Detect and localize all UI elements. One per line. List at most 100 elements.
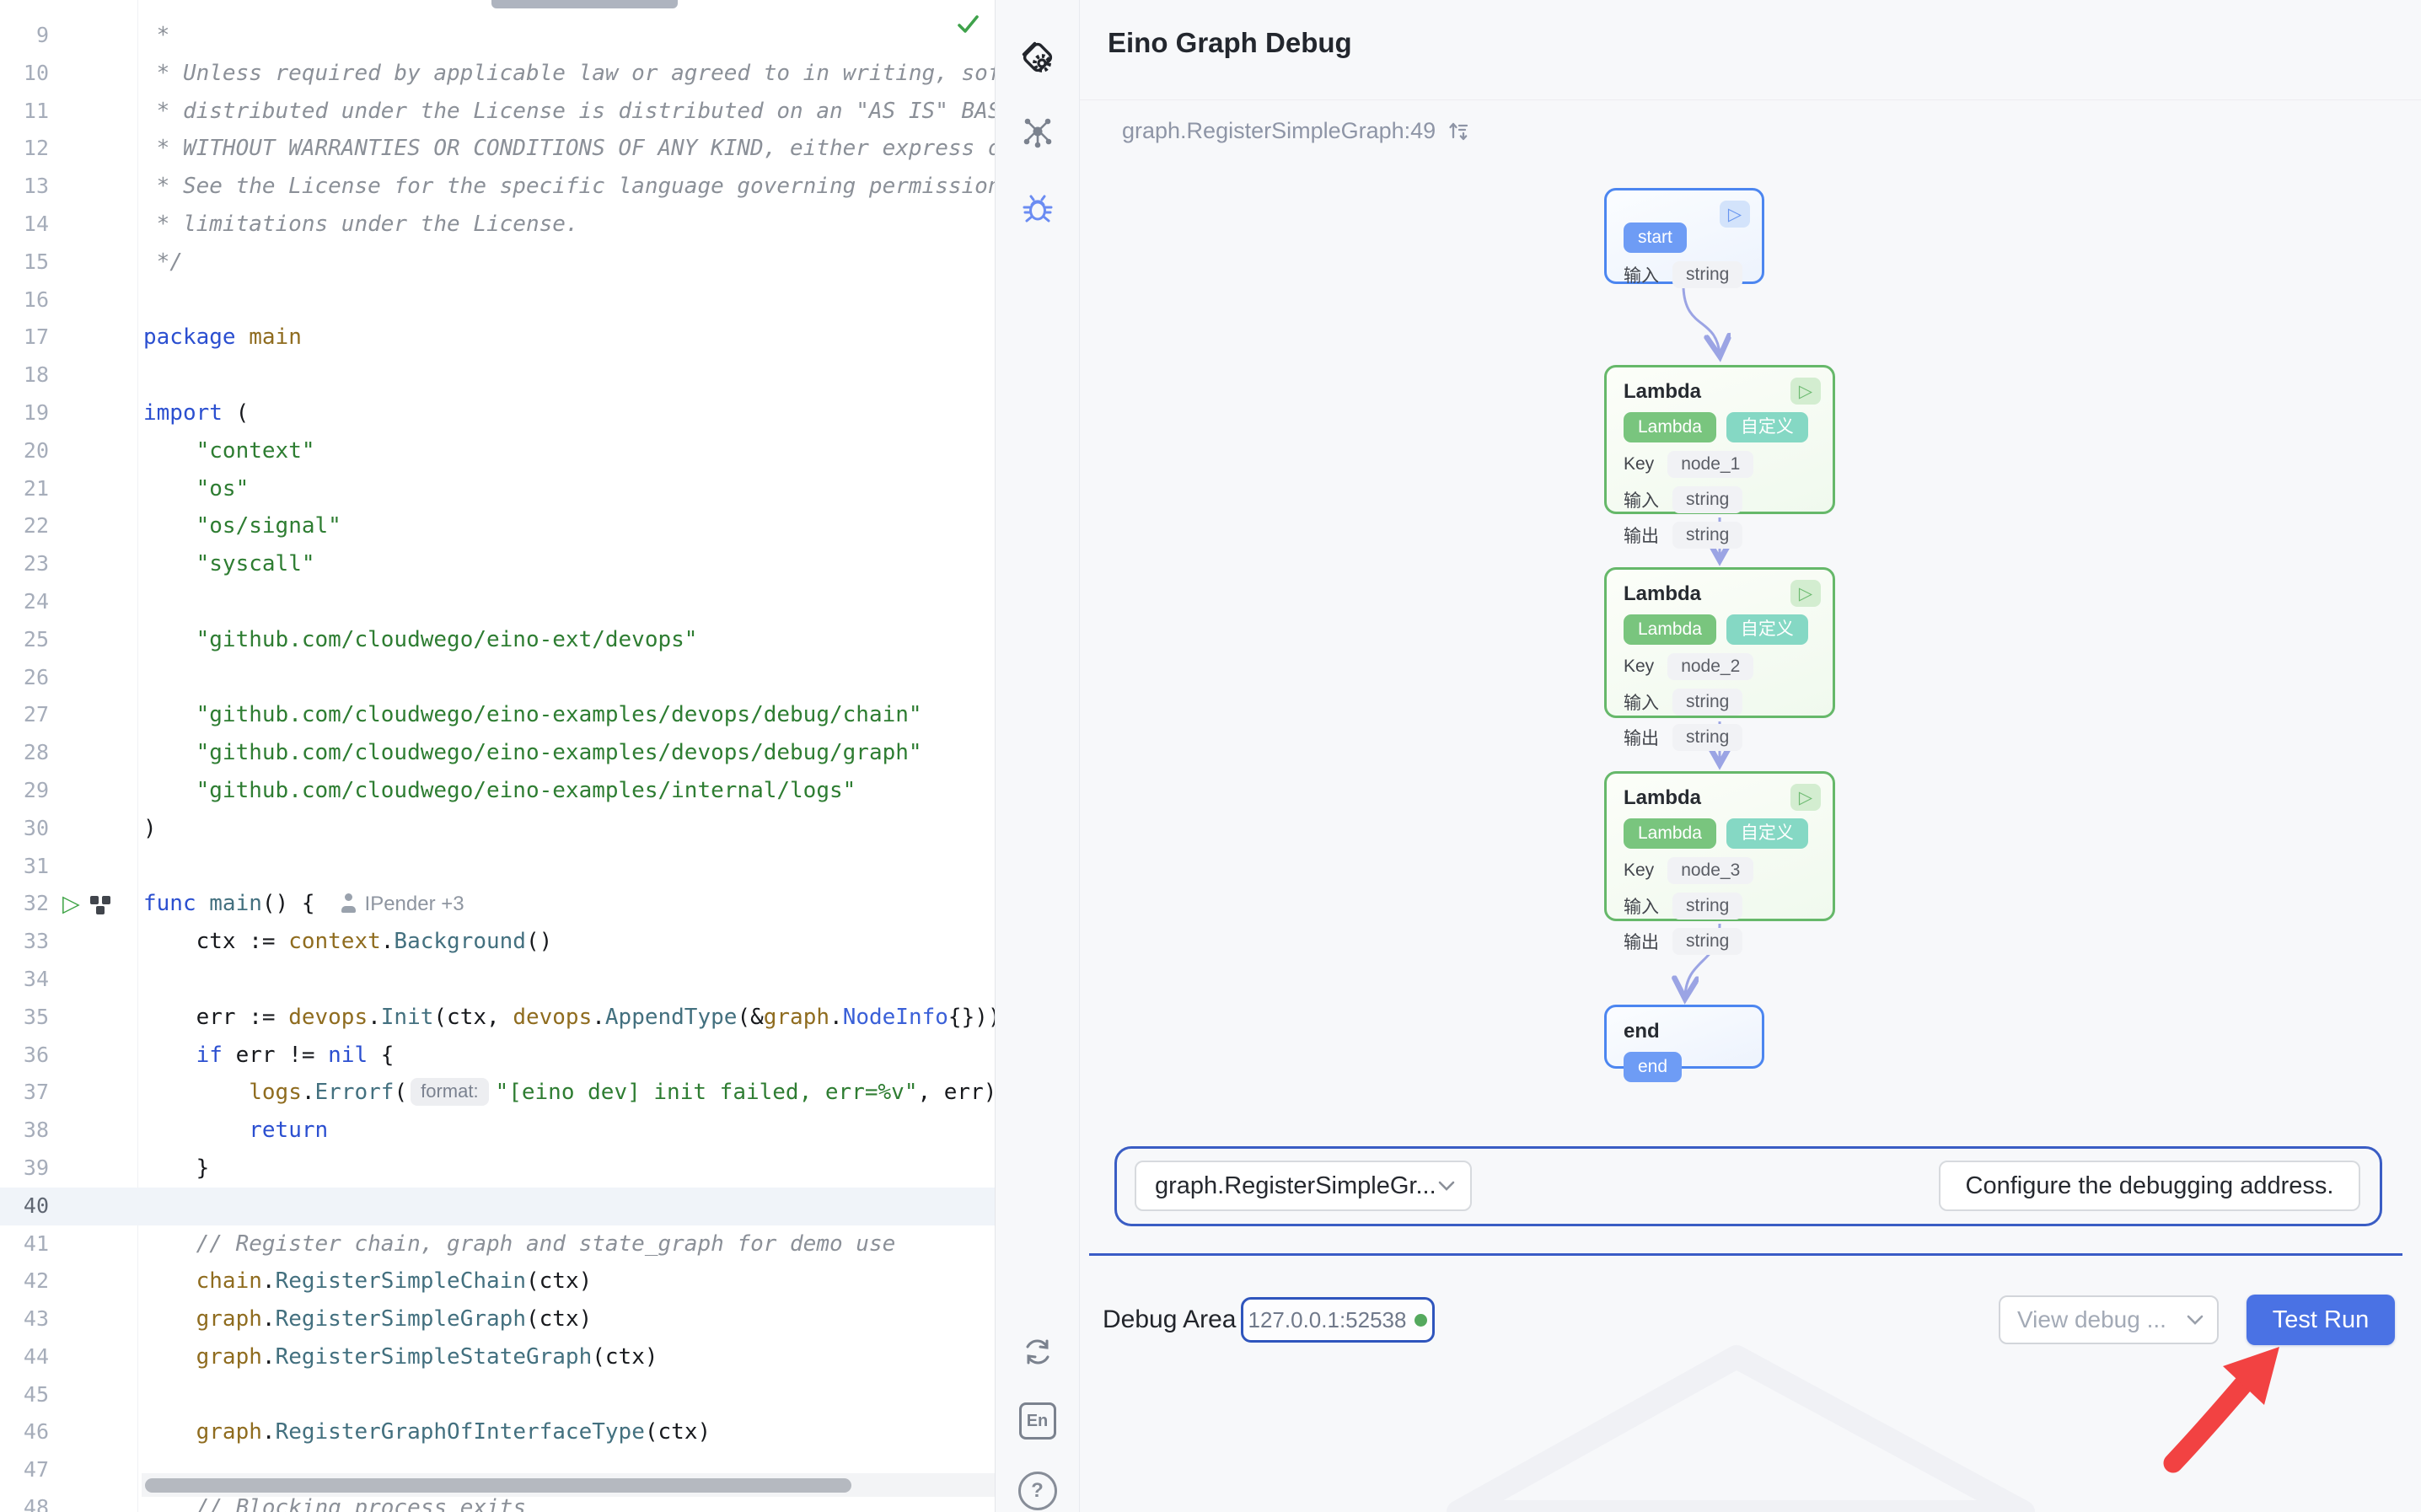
code-line[interactable]: 39 }	[0, 1150, 995, 1188]
node-badge: end	[1624, 1052, 1682, 1082]
code-line[interactable]: 25 "github.com/cloudwego/eino-ext/devops…	[0, 621, 995, 659]
line-number: 46	[0, 1413, 49, 1451]
node-badge: Lambda	[1624, 818, 1716, 849]
code-line[interactable]: 37 logs.Errorf(format:"[eino dev] init f…	[0, 1074, 995, 1112]
code-lines: 9 *10 * Unless required by applicable la…	[0, 17, 995, 1512]
code-line[interactable]: 40	[0, 1188, 995, 1225]
graph-node-end[interactable]: endend	[1604, 1005, 1764, 1069]
sort-order-icon[interactable]	[1447, 120, 1470, 142]
code-vision-authors[interactable]: IPender +3	[341, 893, 464, 915]
code-text: * Unless required by applicable law or a…	[143, 55, 995, 93]
language-icon[interactable]: En	[996, 1402, 1079, 1440]
view-debug-dropdown[interactable]: View debug ...	[1999, 1295, 2219, 1344]
code-line[interactable]: 43 graph.RegisterSimpleGraph(ctx)	[0, 1300, 995, 1338]
graph-location-text: graph.RegisterSimpleGraph:49	[1122, 118, 1436, 144]
code-line[interactable]: 27 "github.com/cloudwego/eino-examples/d…	[0, 696, 995, 734]
node-field-label: 输入	[1624, 262, 1659, 287]
code-line[interactable]: 11 * distributed under the License is di…	[0, 93, 995, 131]
code-editor[interactable]: * http://www.apache.org/licenses/LICENSE…	[0, 0, 995, 1512]
inlay-hint: format:	[411, 1078, 488, 1106]
debug-area-label: Debug Area	[1103, 1306, 1236, 1334]
code-line[interactable]: 44 graph.RegisterSimpleStateGraph(ctx)	[0, 1338, 995, 1376]
graph-selector-dropdown[interactable]: graph.RegisterSimpleGr...	[1135, 1161, 1472, 1211]
debugger-bug-icon[interactable]	[996, 192, 1079, 226]
line-number: 10	[0, 55, 49, 93]
code-line[interactable]: 41 // Register chain, graph and state_gr…	[0, 1225, 995, 1263]
code-text: "github.com/cloudwego/eino-examples/devo…	[143, 696, 922, 734]
code-line[interactable]: 34	[0, 961, 995, 999]
code-line[interactable]: 30)	[0, 810, 995, 848]
section-divider	[1089, 1253, 2402, 1256]
code-line[interactable]: 36 if err != nil {	[0, 1037, 995, 1075]
code-text: func main() {IPender +3	[143, 885, 464, 924]
graph-node-node_3[interactable]: Lambda▷Lambda自定义Keynode_3输入string输出strin…	[1604, 771, 1835, 921]
code-line[interactable]: 15 */	[0, 244, 995, 281]
line-number: 12	[0, 130, 49, 168]
line-number: 16	[0, 281, 49, 319]
code-line[interactable]: 22 "os/signal"	[0, 507, 995, 545]
help-icon[interactable]: ?	[996, 1472, 1079, 1510]
code-text: return	[143, 1112, 328, 1150]
node-play-button[interactable]: ▷	[1790, 784, 1821, 811]
code-text: graph.RegisterGraphOfInterfaceType(ctx)	[143, 1413, 711, 1451]
debug-address-badge[interactable]: 127.0.0.1:52538	[1241, 1297, 1435, 1343]
line-number: 40	[0, 1188, 49, 1225]
profiler-icon[interactable]	[90, 894, 117, 914]
node-play-button[interactable]: ▷	[1790, 378, 1821, 405]
graph-view-icon[interactable]	[996, 118, 1079, 148]
refresh-icon[interactable]	[996, 1335, 1079, 1369]
code-line[interactable]: 24	[0, 583, 995, 621]
horizontal-scrollbar-thumb[interactable]	[145, 1478, 851, 1493]
node-field-value: node_2	[1667, 653, 1753, 680]
code-line[interactable]: 45	[0, 1376, 995, 1414]
code-line[interactable]: 10 * Unless required by applicable law o…	[0, 55, 995, 93]
code-line[interactable]: 9 *	[0, 17, 995, 55]
code-line[interactable]: 31	[0, 848, 995, 886]
code-line[interactable]: 20 "context"	[0, 432, 995, 470]
code-text: *	[143, 17, 169, 55]
code-text: // Register chain, graph and state_graph…	[143, 1225, 895, 1263]
code-line[interactable]: 42 chain.RegisterSimpleChain(ctx)	[0, 1263, 995, 1300]
node-badge: Lambda	[1624, 614, 1716, 645]
code-line[interactable]: 38 return	[0, 1112, 995, 1150]
code-line[interactable]: 18	[0, 357, 995, 394]
code-line[interactable]: 33 ctx := context.Background()	[0, 923, 995, 961]
code-line[interactable]: 28 "github.com/cloudwego/eino-examples/d…	[0, 734, 995, 772]
graph-node-node_2[interactable]: Lambda▷Lambda自定义Keynode_2输入string输出strin…	[1604, 567, 1835, 718]
node-play-button[interactable]: ▷	[1720, 201, 1750, 228]
node-play-button[interactable]: ▷	[1790, 580, 1821, 607]
code-line[interactable]: 17package main	[0, 319, 995, 357]
code-line[interactable]: 13 * See the License for the specific la…	[0, 168, 995, 206]
graph-selector-value: graph.RegisterSimpleGr...	[1155, 1172, 1436, 1200]
graph-node-start[interactable]: ▷start输入string	[1604, 188, 1764, 284]
code-line[interactable]: 23 "syscall"	[0, 545, 995, 583]
inspection-ok-icon[interactable]	[956, 12, 981, 37]
code-line[interactable]: 46 graph.RegisterGraphOfInterfaceType(ct…	[0, 1413, 995, 1451]
code-line[interactable]: 12 * WITHOUT WARRANTIES OR CONDITIONS OF…	[0, 130, 995, 168]
code-line[interactable]: 26	[0, 659, 995, 697]
node-field-label: Key	[1624, 657, 1654, 677]
configure-address-button[interactable]: Configure the debugging address.	[1939, 1161, 2360, 1211]
code-text: * See the License for the specific langu…	[143, 168, 995, 206]
line-number: 41	[0, 1225, 49, 1263]
chevron-down-icon	[2187, 1315, 2204, 1325]
code-text: logs.Errorf(format:"[eino dev] init fail…	[143, 1074, 995, 1112]
code-line[interactable]: 14 * limitations under the License.	[0, 206, 995, 244]
node-badge: 自定义	[1726, 818, 1808, 849]
run-main-button[interactable]: ▷	[62, 893, 80, 915]
scroll-pill[interactable]	[491, 0, 678, 8]
code-line[interactable]: 16	[0, 281, 995, 319]
line-number: 27	[0, 696, 49, 734]
code-text: )	[143, 810, 157, 848]
test-run-button[interactable]: Test Run	[2247, 1295, 2395, 1345]
code-line[interactable]: 21 "os"	[0, 470, 995, 508]
line-number: 20	[0, 432, 49, 470]
code-line[interactable]: 35 err := devops.Init(ctx, devops.Append…	[0, 999, 995, 1037]
code-line[interactable]: 29 "github.com/cloudwego/eino-examples/i…	[0, 772, 995, 810]
node-field-value: string	[1672, 893, 1742, 920]
line-number: 42	[0, 1263, 49, 1300]
code-line[interactable]: 19import (	[0, 394, 995, 432]
line-number: 29	[0, 772, 49, 810]
code-line[interactable]: 32▷func main() {IPender +3	[0, 885, 995, 923]
graph-node-node_1[interactable]: Lambda▷Lambda自定义Keynode_1输入string输出strin…	[1604, 365, 1835, 514]
